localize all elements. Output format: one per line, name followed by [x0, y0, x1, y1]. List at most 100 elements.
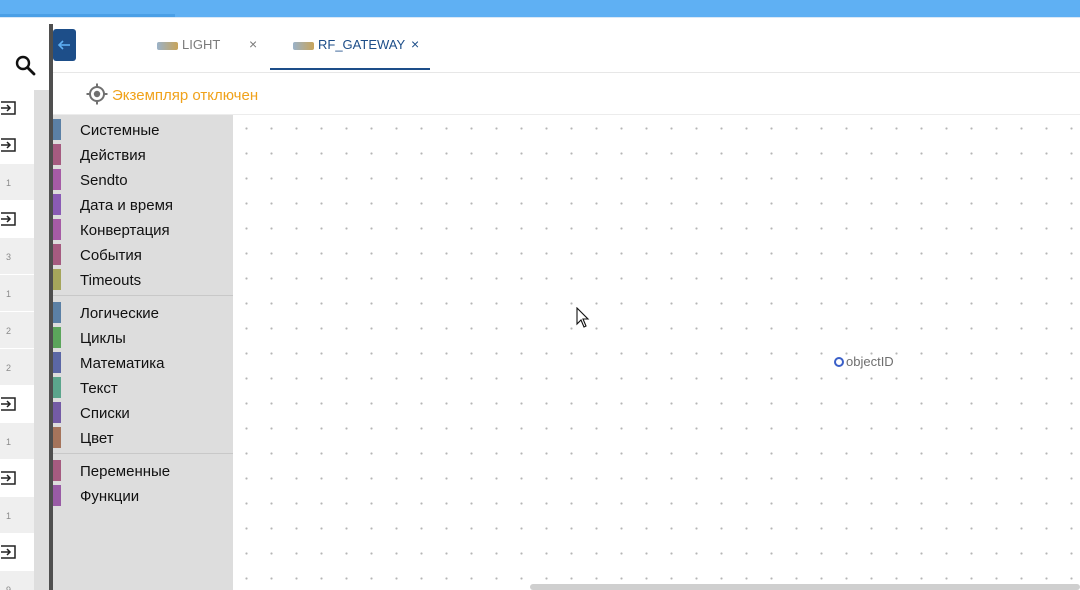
category-label: Текст	[80, 380, 118, 397]
block-text: objectID	[846, 354, 894, 369]
category-label: Sendto	[80, 172, 128, 189]
tab-rf-gateway[interactable]: RF_GATEWAY ×	[293, 18, 428, 72]
category-color-swatch	[53, 327, 61, 348]
category-color-swatch	[53, 244, 61, 265]
script-type-logo-icon	[157, 42, 178, 50]
category-label: Цвет	[80, 430, 114, 447]
toolbox-category[interactable]: Текст	[53, 375, 233, 400]
list-item[interactable]: 1	[0, 275, 34, 311]
mouse-cursor-icon	[576, 307, 590, 328]
toolbox-category[interactable]: Timeouts	[53, 267, 233, 292]
category-label: Переменные	[80, 463, 171, 480]
toolbox-category[interactable]: Действия	[53, 142, 233, 167]
search-icon[interactable]	[14, 54, 36, 76]
active-tab-indicator	[270, 68, 430, 70]
category-label: Математика	[80, 355, 165, 372]
category-color-swatch	[53, 485, 61, 506]
toolbox-category[interactable]: Функции	[53, 483, 233, 508]
close-icon[interactable]: ×	[411, 36, 419, 52]
arrow-left-icon	[57, 40, 70, 50]
blockly-editor-window: 1 3 1 2 2 1 1 9 LIGHT × RF_GATEWAY × Экземпляр …	[0, 0, 1080, 590]
list-item[interactable]: 2	[0, 312, 34, 348]
category-label: Timeouts	[80, 272, 142, 289]
toolbox-category[interactable]: Переменные	[53, 458, 233, 483]
category-label: События	[80, 247, 142, 264]
category-color-swatch	[53, 169, 61, 190]
list-item[interactable]	[0, 386, 34, 422]
toolbox-category[interactable]: Системные	[53, 117, 233, 142]
list-item[interactable]	[0, 90, 34, 126]
script-tab-bar: LIGHT × RF_GATEWAY ×	[53, 18, 1080, 73]
gps-target-icon	[86, 83, 108, 105]
category-color-swatch	[53, 269, 61, 290]
tab-label: RF_GATEWAY	[318, 37, 406, 52]
list-item-count: 2	[6, 326, 12, 336]
category-color-swatch	[53, 194, 61, 215]
enter-script-icon	[1, 545, 16, 559]
block-connector-icon	[834, 357, 844, 367]
category-color-swatch	[53, 460, 61, 481]
category-color-swatch	[53, 427, 61, 448]
category-color-swatch	[53, 119, 61, 140]
blockly-toolbox: Системные Действия Sendto Дата и время Конве…	[53, 115, 233, 590]
category-label: Системные	[80, 122, 160, 139]
toolbox-category[interactable]: Циклы	[53, 325, 233, 350]
category-label: Логические	[80, 305, 159, 322]
list-item-count: 1	[6, 437, 12, 447]
tab-light[interactable]: LIGHT ×	[157, 18, 267, 72]
toolbox-category[interactable]: Дата и время	[53, 192, 233, 217]
toolbox-separator	[53, 453, 233, 454]
toolbox-separator	[53, 295, 233, 296]
list-item[interactable]: 2	[0, 349, 34, 385]
workspace-horizontal-scrollbar[interactable]	[530, 584, 1080, 590]
list-item[interactable]: 1	[0, 423, 34, 459]
category-color-swatch	[53, 402, 61, 423]
category-label: Функции	[80, 488, 140, 505]
list-item[interactable]: 3	[0, 238, 34, 274]
enter-script-icon	[1, 471, 16, 485]
script-list-scrollbar[interactable]	[34, 90, 49, 590]
category-color-swatch	[53, 377, 61, 398]
list-item[interactable]: 1	[0, 497, 34, 533]
tab-label: LIGHT	[182, 37, 221, 52]
toolbox-category[interactable]: Математика	[53, 350, 233, 375]
script-type-logo-icon	[293, 42, 314, 50]
list-item-count: 1	[6, 289, 12, 299]
instance-status-text: Экземпляр отключен	[112, 87, 259, 104]
script-list-column: 1 3 1 2 2 1 1 9	[0, 18, 49, 590]
category-color-swatch	[53, 302, 61, 323]
category-label: Списки	[80, 405, 130, 422]
list-item-count: 9	[6, 585, 12, 590]
category-label: Действия	[80, 147, 146, 164]
toolbox-category[interactable]: Конвертация	[53, 217, 233, 242]
toolbox-category[interactable]: Sendto	[53, 167, 233, 192]
close-icon[interactable]: ×	[249, 36, 257, 52]
list-item-count: 2	[6, 363, 12, 373]
list-item-count: 1	[6, 511, 12, 521]
list-item[interactable]	[0, 201, 34, 237]
list-item-count: 1	[6, 178, 12, 188]
workspace-block[interactable]: objectID	[834, 354, 894, 370]
collapse-panel-button[interactable]	[53, 29, 76, 61]
list-item[interactable]: 1	[0, 164, 34, 200]
category-label: Циклы	[80, 330, 126, 347]
enter-script-icon	[1, 138, 16, 152]
category-color-swatch	[53, 352, 61, 373]
instance-status-row: Экземпляр отключен	[53, 74, 1080, 115]
list-item-count: 3	[6, 252, 12, 262]
toolbox-category[interactable]: Цвет	[53, 425, 233, 450]
category-color-swatch	[53, 219, 61, 240]
enter-script-icon	[1, 397, 16, 411]
list-item[interactable]	[0, 127, 34, 163]
category-label: Конвертация	[80, 222, 170, 239]
category-label: Дата и время	[80, 197, 174, 214]
enter-script-icon	[1, 212, 16, 226]
category-color-swatch	[53, 144, 61, 165]
toolbox-category[interactable]: Логические	[53, 300, 233, 325]
list-item[interactable]	[0, 534, 34, 570]
blockly-workspace[interactable]: objectID	[233, 115, 1080, 590]
list-item[interactable]	[0, 460, 34, 496]
list-item[interactable]: 9	[0, 571, 34, 590]
toolbox-category[interactable]: Списки	[53, 400, 233, 425]
toolbox-category[interactable]: События	[53, 242, 233, 267]
